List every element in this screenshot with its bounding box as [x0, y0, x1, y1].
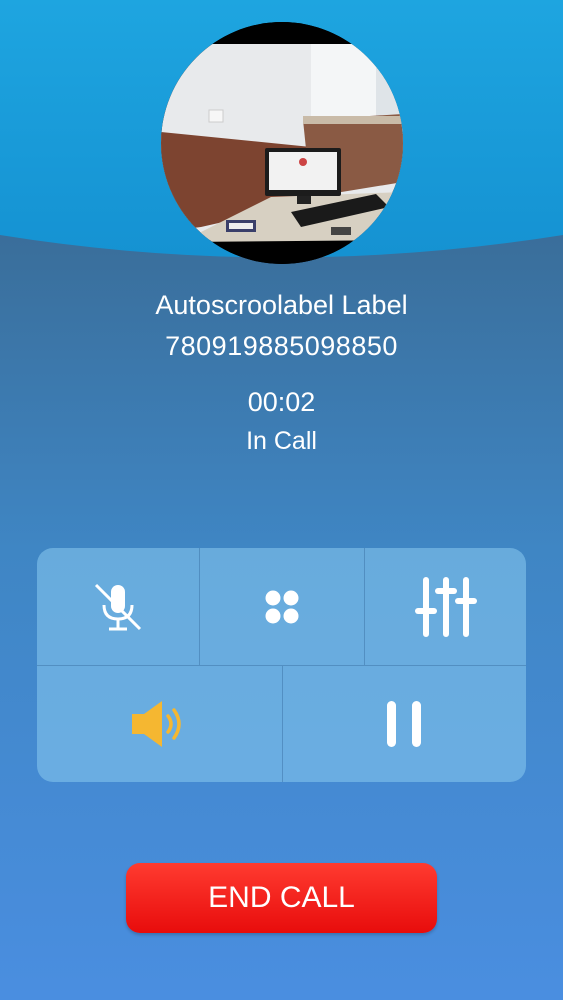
call-status: In Call: [246, 427, 317, 455]
call-timer: 00:02: [247, 387, 316, 417]
caller-number: 780919885098850: [165, 331, 398, 361]
caller-name: Autoscroolabel Label: [155, 290, 408, 320]
speaker-icon: [130, 698, 190, 750]
keypad-icon: [258, 583, 306, 631]
equalizer-icon: [414, 576, 478, 638]
keypad-button[interactable]: [200, 548, 364, 665]
mute-icon: [90, 579, 146, 635]
caller-avatar: [161, 22, 403, 264]
pause-icon: [385, 699, 425, 749]
end-call-button[interactable]: END CALL: [126, 863, 437, 933]
equalizer-button[interactable]: [365, 548, 526, 665]
hold-button[interactable]: [283, 666, 526, 782]
mute-button[interactable]: [37, 548, 199, 665]
speaker-button[interactable]: [37, 666, 282, 782]
call-controls-panel: [37, 548, 526, 782]
